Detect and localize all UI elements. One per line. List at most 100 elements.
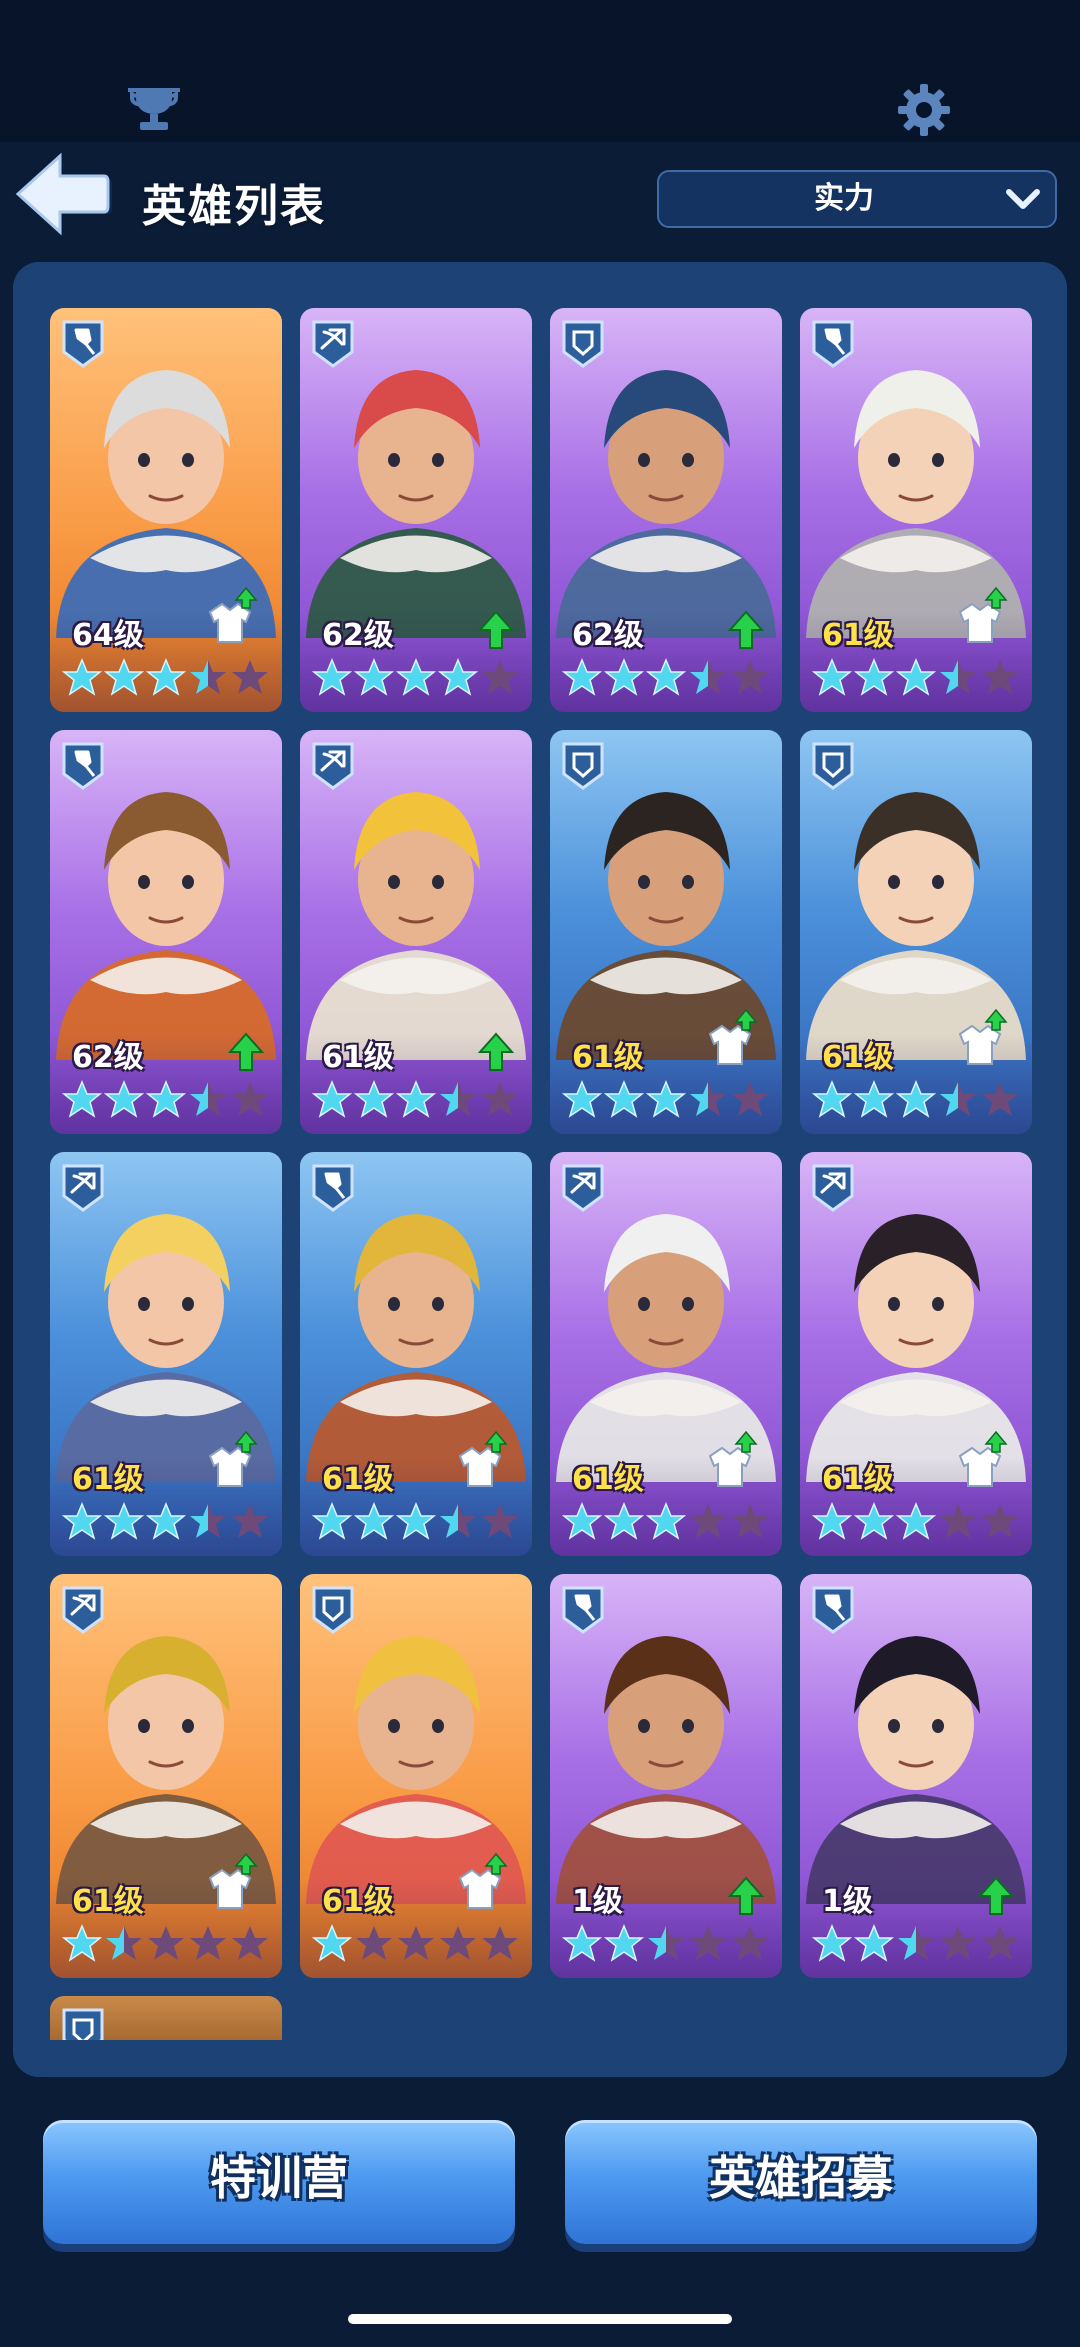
hero-level: 61级 — [822, 1040, 894, 1075]
star-empty-icon — [732, 1504, 768, 1538]
hero-star-rating — [812, 1502, 1024, 1544]
hero-card[interactable]: 61级 — [800, 730, 1032, 1134]
star-empty-icon — [356, 1926, 392, 1960]
equipment-upgrade-icon — [958, 1430, 1008, 1487]
hero-card[interactable]: 61级 — [800, 1152, 1032, 1556]
star-half-icon — [940, 660, 976, 694]
star-half-icon — [190, 1504, 226, 1538]
star-empty-icon — [732, 1926, 768, 1960]
hero-level: 64级 — [72, 618, 144, 653]
star-filled-icon — [312, 1924, 352, 1962]
star-filled-icon — [646, 1502, 686, 1540]
star-empty-icon — [148, 1926, 184, 1960]
star-empty-icon — [440, 1926, 476, 1960]
hero-card[interactable]: 62级 — [50, 730, 282, 1134]
ranged-crossbow-role-icon — [62, 1164, 104, 1212]
hero-level: 62级 — [322, 618, 394, 653]
hero-level: 61级 — [72, 1884, 144, 1919]
star-filled-icon — [854, 658, 894, 696]
tank-shield-role-icon — [562, 742, 604, 790]
star-filled-icon — [312, 1080, 352, 1118]
star-filled-icon — [562, 1502, 602, 1540]
hero-star-rating — [562, 1502, 774, 1544]
star-filled-icon — [604, 658, 644, 696]
star-filled-icon — [438, 658, 478, 696]
star-filled-icon — [146, 658, 186, 696]
hero-level: 61级 — [322, 1462, 394, 1497]
hero-card[interactable]: 64级 — [50, 308, 282, 712]
star-filled-icon — [396, 1080, 436, 1118]
star-filled-icon — [104, 1080, 144, 1118]
hero-card[interactable]: 1级 — [800, 1574, 1032, 1978]
hero-card[interactable]: 61级 — [300, 1152, 532, 1556]
star-filled-icon — [646, 658, 686, 696]
upgrade-arrow-icon — [728, 1876, 764, 1915]
upgrade-arrow-icon — [978, 1876, 1014, 1915]
star-empty-icon — [482, 1504, 518, 1538]
equipment-upgrade-icon — [208, 586, 258, 643]
tank-shield-role-icon — [312, 1586, 354, 1634]
hero-level: 61级 — [572, 1040, 644, 1075]
hero-star-rating — [62, 1080, 274, 1122]
home-indicator — [348, 2314, 732, 2324]
hero-level: 1级 — [822, 1884, 873, 1919]
star-empty-icon — [982, 1504, 1018, 1538]
star-empty-icon — [398, 1926, 434, 1960]
hero-star-rating — [312, 658, 524, 700]
star-empty-icon — [482, 660, 518, 694]
hero-card[interactable]: 61级 — [550, 1152, 782, 1556]
star-filled-icon — [562, 658, 602, 696]
hero-card[interactable]: 1级 — [550, 1574, 782, 1978]
hero-level: 62级 — [572, 618, 644, 653]
hero-card[interactable]: 61级 — [50, 1152, 282, 1556]
equipment-upgrade-icon — [458, 1852, 508, 1909]
star-filled-icon — [354, 1080, 394, 1118]
ranged-crossbow-role-icon — [312, 320, 354, 368]
hero-card[interactable]: 62级 — [300, 308, 532, 712]
hero-card[interactable]: 61级 — [300, 730, 532, 1134]
support-shovel-role-icon — [812, 1586, 854, 1634]
star-empty-icon — [940, 1926, 976, 1960]
tank-shield-role-icon — [812, 742, 854, 790]
support-shovel-role-icon — [62, 742, 104, 790]
hero-level: 61级 — [322, 1884, 394, 1919]
star-filled-icon — [562, 1924, 602, 1962]
hero-star-rating — [312, 1080, 524, 1122]
star-half-icon — [898, 1926, 934, 1960]
upgrade-arrow-icon — [478, 610, 514, 649]
star-filled-icon — [562, 1080, 602, 1118]
star-filled-icon — [396, 658, 436, 696]
star-filled-icon — [104, 658, 144, 696]
star-filled-icon — [854, 1502, 894, 1540]
star-empty-icon — [482, 1082, 518, 1116]
hero-star-rating — [562, 658, 774, 700]
hero-star-rating — [812, 658, 1024, 700]
equipment-upgrade-icon — [958, 1008, 1008, 1065]
star-filled-icon — [812, 1502, 852, 1540]
star-empty-icon — [232, 1504, 268, 1538]
hero-card[interactable]: 61级 — [550, 730, 782, 1134]
hero-card[interactable]: 61级 — [300, 1574, 532, 1978]
equipment-upgrade-icon — [458, 1430, 508, 1487]
star-filled-icon — [896, 658, 936, 696]
star-filled-icon — [604, 1924, 644, 1962]
hero-card[interactable]: 61级 — [800, 308, 1032, 712]
tank-shield-role-icon — [62, 2008, 104, 2040]
star-half-icon — [106, 1926, 142, 1960]
hero-card[interactable]: 62级 — [550, 308, 782, 712]
star-filled-icon — [854, 1924, 894, 1962]
training-camp-button[interactable]: 特训营 — [43, 2120, 515, 2244]
star-half-icon — [648, 1926, 684, 1960]
hero-card[interactable]: 61级 — [50, 1574, 282, 1978]
hero-level: 1级 — [572, 1884, 623, 1919]
equipment-upgrade-icon — [208, 1852, 258, 1909]
hero-recruit-button[interactable]: 英雄招募 — [565, 2120, 1037, 2244]
star-empty-icon — [190, 1926, 226, 1960]
hero-star-rating — [812, 1924, 1024, 1966]
support-shovel-role-icon — [62, 320, 104, 368]
hero-star-rating — [62, 1502, 274, 1544]
star-filled-icon — [812, 658, 852, 696]
hero-star-rating — [312, 1502, 524, 1544]
hero-card-partial[interactable] — [50, 1996, 282, 2040]
star-half-icon — [190, 1082, 226, 1116]
